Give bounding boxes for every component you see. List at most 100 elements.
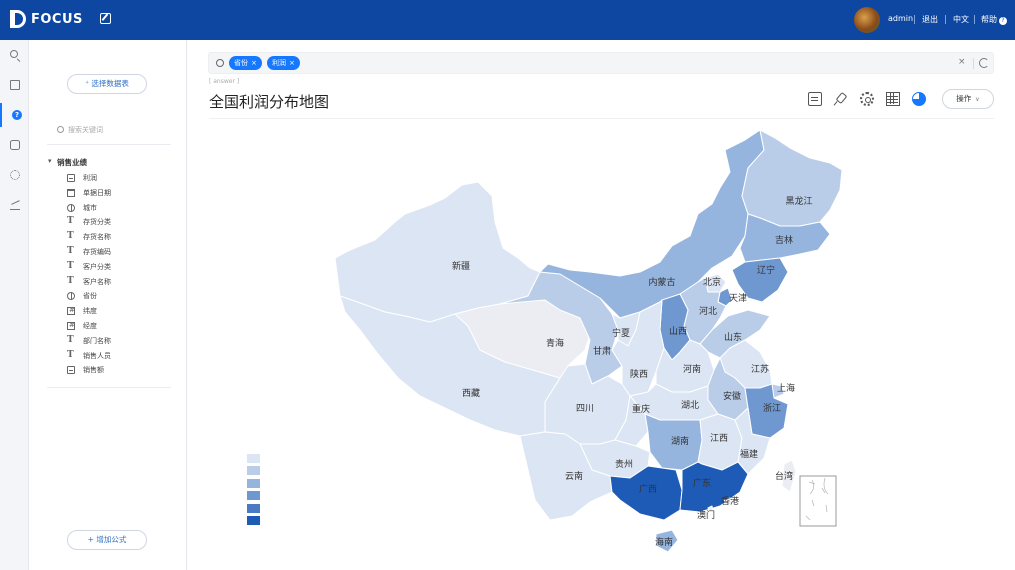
chart-type-icon[interactable] (912, 92, 926, 106)
divider (47, 144, 171, 145)
province-label: 安徽 (723, 390, 741, 402)
province-label: 湖北 (681, 400, 699, 411)
search-icon (57, 126, 64, 133)
nav-divider (945, 15, 946, 24)
close-icon[interactable]: × (289, 59, 295, 67)
rail-trend[interactable] (0, 193, 29, 217)
legend-swatch[interactable] (247, 503, 260, 513)
text-field-icon (67, 261, 75, 271)
province-label: 宁夏 (612, 327, 630, 339)
province-label: 上海 (777, 382, 795, 394)
question-icon: ? (12, 110, 22, 120)
field-label: 存货分类 (83, 218, 111, 227)
legend-swatch[interactable] (247, 454, 260, 463)
operations-button[interactable]: 操作 ∨ (942, 89, 994, 109)
province-label: 辽宁 (757, 264, 775, 276)
avatar[interactable] (854, 7, 880, 33)
province-label: 青海 (546, 337, 564, 349)
rail-data[interactable] (0, 133, 29, 157)
field-label: 城市 (83, 203, 97, 212)
gear-icon (10, 170, 20, 180)
focus-logo[interactable]: FOCUS (10, 10, 83, 28)
measure-field-icon (67, 174, 75, 182)
divider (973, 58, 974, 69)
province-label: 台湾 (775, 470, 793, 482)
geo-field-icon (67, 292, 75, 301)
rail-help[interactable]: ? (0, 103, 29, 127)
field-label: 省份 (83, 292, 97, 301)
search-tag-profit[interactable]: 利润 × (267, 56, 300, 70)
legend-swatch[interactable] (247, 478, 260, 488)
field-label: 部门名称 (83, 336, 111, 345)
text-field-icon (67, 231, 75, 241)
province-label: 四川 (576, 404, 594, 414)
close-icon[interactable]: × (251, 59, 257, 67)
breadcrumb: [ answer ] (209, 78, 240, 85)
tag-label: 省份 (234, 59, 248, 67)
refresh-icon[interactable] (979, 58, 989, 68)
province-label: 山西 (669, 326, 687, 337)
province-label: 山东 (724, 331, 742, 343)
search-icon (216, 59, 224, 67)
province-label: 澳门 (697, 509, 715, 521)
province-label: 天津 (729, 293, 747, 304)
divider (47, 387, 171, 388)
edit-icon[interactable] (100, 13, 111, 24)
settings-icon[interactable] (860, 92, 874, 106)
province-label: 西藏 (462, 387, 480, 399)
province-label: 重庆 (632, 403, 650, 415)
clear-search-icon[interactable]: × (958, 57, 966, 67)
province-label: 陕西 (630, 368, 648, 380)
geo-field-icon (67, 203, 75, 212)
rail-settings[interactable] (0, 163, 29, 187)
province-label: 江西 (710, 433, 728, 444)
num-field-icon (67, 321, 75, 330)
map-legend (247, 454, 260, 528)
add-formula-button[interactable]: + 增加公式 (67, 530, 147, 550)
search-tag-province[interactable]: 省份 × (229, 56, 262, 70)
field-label: 客户名称 (83, 277, 111, 286)
rail-pins[interactable] (0, 73, 29, 97)
province-label: 河北 (699, 305, 717, 317)
rail-search[interactable] (0, 43, 29, 67)
data-panel: ⁺ 选择数据表 搜索关键词 销售业绩 利润单据日期城市存货分类存货名称存货编码客… (29, 40, 187, 570)
legend-swatch[interactable] (247, 491, 260, 501)
province-label: 海南 (655, 536, 673, 548)
num-field-icon (67, 306, 75, 316)
field-label: 客户分类 (83, 262, 111, 271)
province-label: 河南 (683, 363, 701, 375)
search-bar[interactable]: 省份 × 利润 × × (208, 52, 994, 74)
province-label: 广东 (693, 477, 711, 489)
help-link[interactable]: 帮助? (981, 14, 1007, 25)
tag-label: 利润 (272, 59, 286, 67)
field-label: 单据日期 (83, 188, 111, 197)
measure-field-icon (67, 366, 75, 375)
user-name[interactable]: admin (888, 14, 913, 23)
logo-mark-icon (10, 10, 26, 28)
language-link[interactable]: 中文 (953, 14, 969, 25)
province-label: 甘肃 (593, 345, 611, 357)
province-label: 湖南 (671, 435, 689, 447)
comment-icon[interactable] (808, 92, 822, 106)
help-circle-icon: ? (999, 17, 1007, 25)
table-view-icon[interactable] (886, 92, 900, 106)
page-title: 全国利润分布地图 (209, 93, 330, 111)
legend-swatch[interactable] (247, 466, 260, 476)
province-label: 内蒙古 (648, 276, 675, 288)
chevron-down-icon: ∨ (975, 96, 980, 103)
logout-link[interactable]: 退出 (922, 14, 938, 25)
text-field-icon (67, 350, 75, 360)
text-field-icon (67, 335, 75, 345)
pin-icon[interactable] (834, 92, 848, 106)
select-table-button[interactable]: ⁺ 选择数据表 (67, 74, 147, 94)
table-group[interactable]: 销售业绩 (48, 157, 87, 168)
province-label: 新疆 (452, 260, 470, 272)
legend-swatch[interactable] (247, 515, 260, 525)
province-label: 吉林 (775, 234, 793, 246)
search-icon (10, 50, 18, 58)
text-field-icon (67, 216, 75, 226)
brand-name: FOCUS (31, 11, 83, 27)
field-search[interactable]: 搜索关键词 (57, 124, 157, 138)
nav-divider (974, 15, 975, 24)
field-label: 经度 (83, 322, 97, 330)
